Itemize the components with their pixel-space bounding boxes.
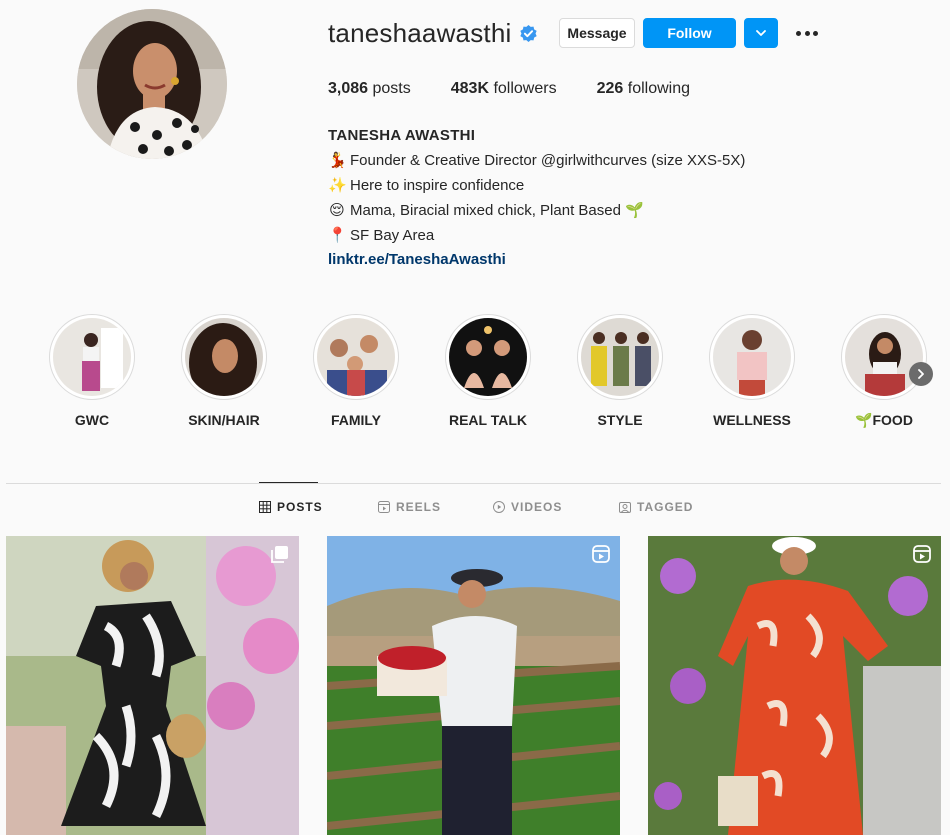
tab-videos[interactable]: VIDEOS <box>493 500 562 514</box>
pin-emoji-icon: 📍 <box>328 226 347 244</box>
highlight-cover <box>181 314 267 400</box>
message-button[interactable]: Message <box>559 18 635 48</box>
highlight-image <box>185 318 263 396</box>
suggested-dropdown-button[interactable] <box>744 18 778 48</box>
highlight-image <box>317 318 395 396</box>
active-tab-indicator <box>259 482 318 483</box>
dot-icon <box>796 30 801 36</box>
following-link[interactable]: 226 following <box>597 80 690 98</box>
highlight-image <box>53 318 131 396</box>
highlight-image <box>713 318 791 396</box>
bio-text: Here to inspire confidence <box>350 177 525 194</box>
bio-text: Mama, Biracial mixed chick, Plant Based … <box>350 202 644 219</box>
highlight-image <box>845 318 923 396</box>
highlight-label: WELLNESS <box>713 412 791 428</box>
dot-icon <box>804 30 810 36</box>
stat-label: following <box>627 80 691 97</box>
highlight-real-talk[interactable]: REAL TALK <box>443 314 533 428</box>
highlight-label: REAL TALK <box>448 412 528 428</box>
highlight-cover <box>841 314 927 400</box>
stat-label: followers <box>493 80 557 97</box>
carousel-icon <box>271 546 288 563</box>
bio-line: ✨ Here to inspire confidence <box>328 173 745 198</box>
relieved-face-emoji-icon: 😌 <box>329 201 345 219</box>
highlight-cover <box>709 314 795 400</box>
highlight-label: 🌱FOOD <box>855 412 913 428</box>
highlight-cover <box>445 314 531 400</box>
bio-text: Founder & Creative Director @girlwithcur… <box>350 152 746 169</box>
reel-icon <box>592 545 610 563</box>
highlight-skin-hair[interactable]: SKIN/HAIR <box>179 314 269 428</box>
tabs-divider <box>6 483 941 484</box>
post-tile[interactable] <box>648 536 941 835</box>
bio-link[interactable]: linktr.ee/TaneshaAwasthi <box>328 248 745 272</box>
highlight-label: FAMILY <box>330 412 382 428</box>
highlight-cover <box>577 314 663 400</box>
highlight-family[interactable]: FAMILY <box>311 314 401 428</box>
stat-value: 3,086 <box>328 80 369 97</box>
highlight-cover <box>313 314 399 400</box>
highlight-label: GWC <box>74 412 110 428</box>
username: taneshaawasthi <box>328 17 512 48</box>
tab-label: POSTS <box>277 500 323 514</box>
tab-tagged[interactable]: TAGGED <box>619 500 693 514</box>
posts-grid <box>6 536 941 835</box>
stat-value: 483K <box>450 80 489 97</box>
profile-bio: TANESHA AWASTHI 💃 Founder & Creative Dire… <box>328 124 745 272</box>
story-highlights: GWC SKIN/HAIR FAMILY REAL TALK STYLE WEL… <box>0 314 950 434</box>
sparkles-emoji-icon: ✨ <box>328 176 347 194</box>
more-options-button[interactable] <box>793 24 821 42</box>
bio-line: 😌 Mama, Biracial mixed chick, Plant Based… <box>328 198 745 223</box>
posts-count: 3,086 posts <box>328 80 411 98</box>
tag-icon <box>619 502 631 513</box>
post-image <box>648 536 941 835</box>
tab-label: VIDEOS <box>511 500 563 514</box>
highlight-style[interactable]: STYLE <box>575 314 665 428</box>
reels-icon <box>378 501 390 513</box>
post-image <box>6 536 299 835</box>
profile-header: taneshaawasthi <box>328 18 538 48</box>
dancer-emoji-icon: 💃 <box>328 151 347 169</box>
stat-value: 226 <box>596 80 624 97</box>
tab-label: TAGGED <box>637 500 694 514</box>
highlight-gwc[interactable]: GWC <box>47 314 137 428</box>
tab-label: REELS <box>396 500 442 514</box>
avatar-image <box>77 9 227 159</box>
bio-text: SF Bay Area <box>350 227 435 244</box>
highlight-image <box>581 318 659 396</box>
highlight-label: STYLE <box>597 412 643 428</box>
grid-icon <box>259 501 271 513</box>
stat-label: posts <box>372 80 411 97</box>
highlights-next-button[interactable] <box>909 362 933 386</box>
tab-reels[interactable]: REELS <box>378 500 441 514</box>
post-image <box>327 536 620 835</box>
verified-badge-icon <box>520 24 538 42</box>
followers-link[interactable]: 483K followers <box>451 80 557 98</box>
chevron-down-icon <box>756 30 766 36</box>
dot-icon <box>813 30 818 36</box>
follow-button[interactable]: Follow <box>643 18 736 48</box>
post-tile[interactable] <box>327 536 620 835</box>
post-tile[interactable] <box>6 536 299 835</box>
highlight-wellness[interactable]: WELLNESS <box>707 314 797 428</box>
highlight-label: SKIN/HAIR <box>188 412 260 428</box>
bio-line: 📍 SF Bay Area <box>328 223 745 248</box>
highlight-image <box>449 318 527 396</box>
profile-avatar[interactable] <box>77 9 227 159</box>
chevron-right-icon <box>918 369 924 379</box>
profile-tabs: POSTS REELS VIDEOS TAGGED <box>0 500 950 520</box>
highlight-cover <box>49 314 135 400</box>
reel-icon <box>913 545 931 563</box>
profile-stats: 3,086 posts 483K followers 226 following <box>328 80 730 98</box>
bio-line: 💃 Founder & Creative Director @girlwithcu… <box>328 148 745 173</box>
full-name: TANESHA AWASTHI <box>328 127 476 144</box>
play-icon <box>493 501 505 513</box>
tab-posts[interactable]: POSTS <box>259 500 323 514</box>
